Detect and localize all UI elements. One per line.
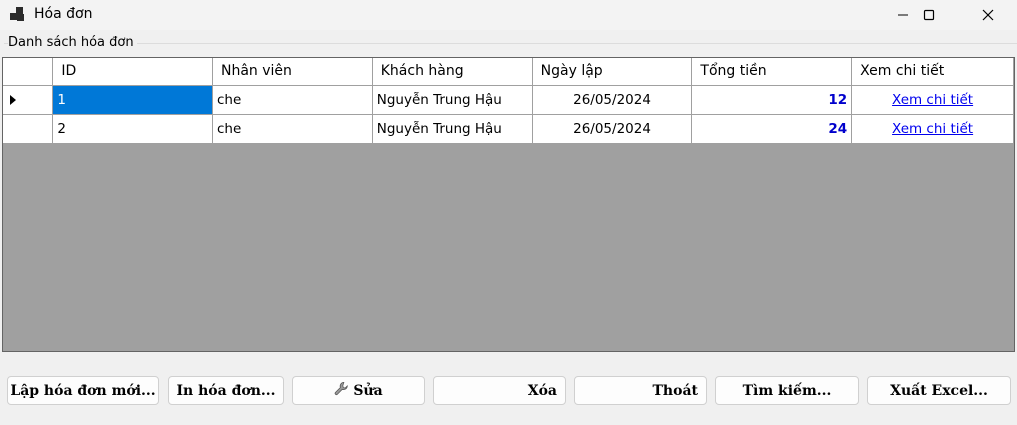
new-invoice-button[interactable]: Lập hóa đơn mới...: [7, 376, 159, 405]
cell-nhan-vien[interactable]: che: [211, 113, 373, 144]
delete-button[interactable]: Xóa: [433, 376, 566, 405]
column-header-id[interactable]: ID: [52, 58, 213, 86]
edit-button[interactable]: Sửa: [292, 376, 425, 405]
view-detail-link[interactable]: Xem chi tiết: [892, 92, 973, 108]
invoice-table: ID Nhân viên Khách hàng Ngày lập Tổng ti…: [3, 58, 1014, 144]
cell-id[interactable]: 2: [52, 113, 213, 144]
group-label: Danh sách hóa đơn: [8, 35, 137, 50]
cell-xem-chi-tiet[interactable]: Xem chi tiết: [851, 84, 1014, 115]
maximize-button[interactable]: [906, 0, 952, 30]
table-row[interactable]: 1 che Nguyễn Trung Hậu 26/05/2024 12 Xem…: [3, 84, 1014, 115]
column-header-khach-hang[interactable]: Khách hàng: [371, 58, 533, 86]
row-header[interactable]: [3, 84, 54, 115]
column-header-xem-chi-tiet[interactable]: Xem chi tiết: [851, 58, 1014, 86]
window-title: Hóa đơn: [34, 6, 93, 22]
cell-nhan-vien[interactable]: che: [211, 84, 373, 115]
title-bar: Hóa đơn: [0, 0, 1017, 30]
close-button[interactable]: [965, 0, 1011, 30]
group-border: [4, 43, 1017, 44]
app-icon: [10, 7, 26, 23]
exit-button[interactable]: Thoát: [574, 376, 707, 405]
cell-khach-hang[interactable]: Nguyễn Trung Hậu: [371, 84, 533, 115]
edit-button-label: Sửa: [353, 382, 383, 399]
cell-xem-chi-tiet[interactable]: Xem chi tiết: [851, 113, 1014, 144]
cell-ngay-lap[interactable]: 26/05/2024: [531, 84, 693, 115]
cell-ngay-lap[interactable]: 26/05/2024: [531, 113, 693, 144]
wrench-icon: [334, 381, 349, 400]
cell-khach-hang[interactable]: Nguyễn Trung Hậu: [371, 113, 533, 144]
header-corner[interactable]: [3, 58, 54, 86]
maximize-icon: [923, 9, 935, 21]
print-invoice-button[interactable]: In hóa đơn...: [168, 376, 284, 405]
cell-tong-tien[interactable]: 24: [691, 113, 853, 144]
row-header[interactable]: [3, 113, 54, 144]
invoice-grid[interactable]: ID Nhân viên Khách hàng Ngày lập Tổng ti…: [2, 57, 1015, 352]
column-header-tong-tien[interactable]: Tổng tiền: [691, 58, 853, 86]
column-header-ngay-lap[interactable]: Ngày lập: [531, 58, 693, 86]
header-row: ID Nhân viên Khách hàng Ngày lập Tổng ti…: [3, 58, 1014, 86]
column-header-nhan-vien[interactable]: Nhân viên: [211, 58, 373, 86]
export-excel-button[interactable]: Xuất Excel...: [867, 376, 1011, 405]
view-detail-link[interactable]: Xem chi tiết: [892, 121, 973, 137]
close-icon: [982, 9, 994, 21]
cell-id[interactable]: 1: [52, 84, 213, 115]
table-row[interactable]: 2 che Nguyễn Trung Hậu 26/05/2024 24 Xem…: [3, 113, 1014, 144]
cell-tong-tien[interactable]: 12: [691, 84, 853, 115]
current-row-arrow-icon: [10, 94, 16, 105]
search-button[interactable]: Tìm kiếm...: [715, 376, 859, 405]
